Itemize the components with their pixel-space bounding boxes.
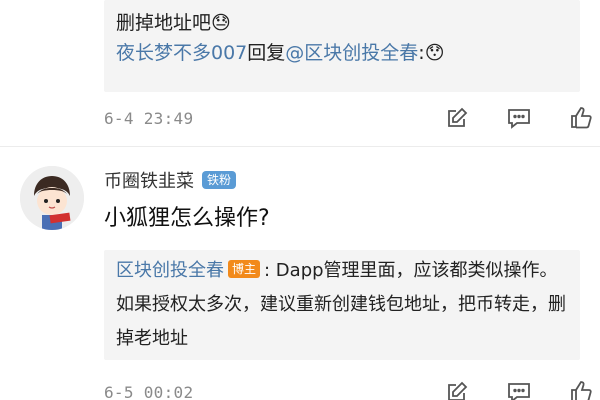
action-bar <box>408 103 594 133</box>
reply-author-link[interactable]: 夜长梦不多007 <box>116 42 247 64</box>
like-icon[interactable] <box>568 105 594 131</box>
username[interactable]: 币圈铁韭菜 <box>104 167 194 193</box>
reply-cut-line: … <box>116 0 568 10</box>
blogger-badge: 博主 <box>228 260 261 278</box>
reply-box-blogger: 区块创投全春 博主: Dapp管理里面，应该都类似操作。如果授权太多次，建议重新创… <box>104 250 580 360</box>
comment-icon[interactable] <box>506 105 532 131</box>
blogger-name-link[interactable]: 区块创投全春 <box>116 260 224 281</box>
comment-text: 小狐狸怎么操作? <box>104 206 270 231</box>
like-icon[interactable] <box>568 379 594 400</box>
edit-icon[interactable] <box>444 105 470 131</box>
avatar[interactable] <box>20 166 84 230</box>
reply-word: 回复 <box>247 42 286 64</box>
comment-header: 币圈铁韭菜 铁粉 <box>104 166 237 194</box>
reply-target-link[interactable]: @区块创投全春 <box>285 42 418 64</box>
reply-box-top: … 删掉地址吧😓 夜长梦不多007回复@区块创投全春:😯 <box>104 0 580 92</box>
comment-icon[interactable] <box>506 379 532 400</box>
edit-icon[interactable] <box>444 379 470 400</box>
reply-suffix: :😯 <box>418 42 445 64</box>
divider <box>0 146 600 147</box>
action-bar <box>408 377 594 400</box>
reply-text: 删掉地址吧😓 <box>116 12 231 34</box>
comment-meta-row: 6-5 00:02 <box>104 377 594 400</box>
comment-meta-row: 6-4 23:49 <box>104 103 594 133</box>
timestamp: 6-5 00:02 <box>104 382 194 400</box>
timestamp: 6-4 23:49 <box>104 108 194 128</box>
fan-badge: 铁粉 <box>202 171 237 189</box>
reply-to-line: 夜长梦不多007回复@区块创投全春:😯 <box>116 38 568 68</box>
